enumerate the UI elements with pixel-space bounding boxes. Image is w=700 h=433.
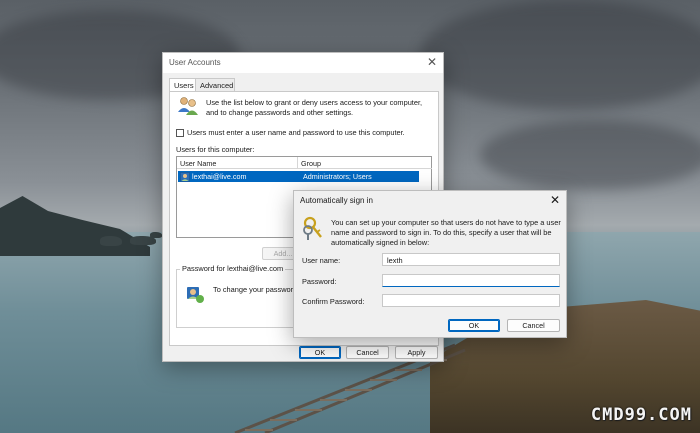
- cancel-button[interactable]: Cancel: [346, 346, 389, 359]
- automatically-sign-in-dialog: Automatically sign in ✕ You can set up y…: [293, 190, 567, 338]
- users-list-label: Users for this computer:: [176, 145, 255, 154]
- close-icon[interactable]: ✕: [550, 193, 560, 207]
- column-user-name[interactable]: User Name: [177, 157, 298, 169]
- description-line3: automatically signed in below:: [331, 238, 430, 247]
- users-icon: [178, 97, 198, 115]
- dialog-title: Automatically sign in: [300, 196, 373, 205]
- user-password-icon: [187, 287, 204, 303]
- user-name-cell: lexthai@live.com: [192, 172, 247, 181]
- confirm-password-field[interactable]: [382, 294, 560, 307]
- description-line1: You can set up your computer so that use…: [331, 218, 561, 227]
- close-icon[interactable]: ✕: [427, 55, 437, 69]
- user-icon: [180, 172, 190, 182]
- titlebar: User Accounts ✕: [163, 53, 443, 73]
- ok-button[interactable]: OK: [299, 346, 341, 359]
- intro-text-line2: and to change passwords and other settin…: [206, 108, 354, 117]
- username-field[interactable]: lexth: [382, 253, 560, 266]
- keys-icon: [303, 216, 322, 240]
- window-title: User Accounts: [169, 58, 221, 67]
- table-row[interactable]: lexthai@live.com Administrators; Users: [178, 171, 419, 182]
- username-label: User name:: [302, 256, 341, 265]
- require-password-label[interactable]: Users must enter a user name and passwor…: [187, 128, 405, 138]
- dialog-cancel-button[interactable]: Cancel: [507, 319, 560, 332]
- confirm-password-label: Confirm Password:: [302, 297, 365, 306]
- dialog-ok-button[interactable]: OK: [448, 319, 500, 332]
- group-cell: Administrators; Users: [303, 172, 372, 181]
- require-password-checkbox[interactable]: [176, 129, 184, 137]
- tab-advanced[interactable]: Advanced: [195, 78, 235, 92]
- description-line2: name and password to sign in. To do this…: [331, 228, 552, 237]
- intro-text-line1: Use the list below to grant or deny user…: [206, 98, 423, 107]
- password-label: Password:: [302, 277, 337, 286]
- watermark: CMD99.COM: [590, 405, 692, 425]
- island: [0, 196, 150, 256]
- password-group-label: Password for lexthai@live.com: [180, 264, 286, 273]
- password-text: To change your password: [213, 285, 298, 294]
- apply-button[interactable]: Apply: [395, 346, 438, 359]
- dialog-titlebar: Automatically sign in ✕: [294, 191, 566, 211]
- column-group[interactable]: Group: [298, 157, 432, 169]
- password-field[interactable]: [382, 274, 560, 287]
